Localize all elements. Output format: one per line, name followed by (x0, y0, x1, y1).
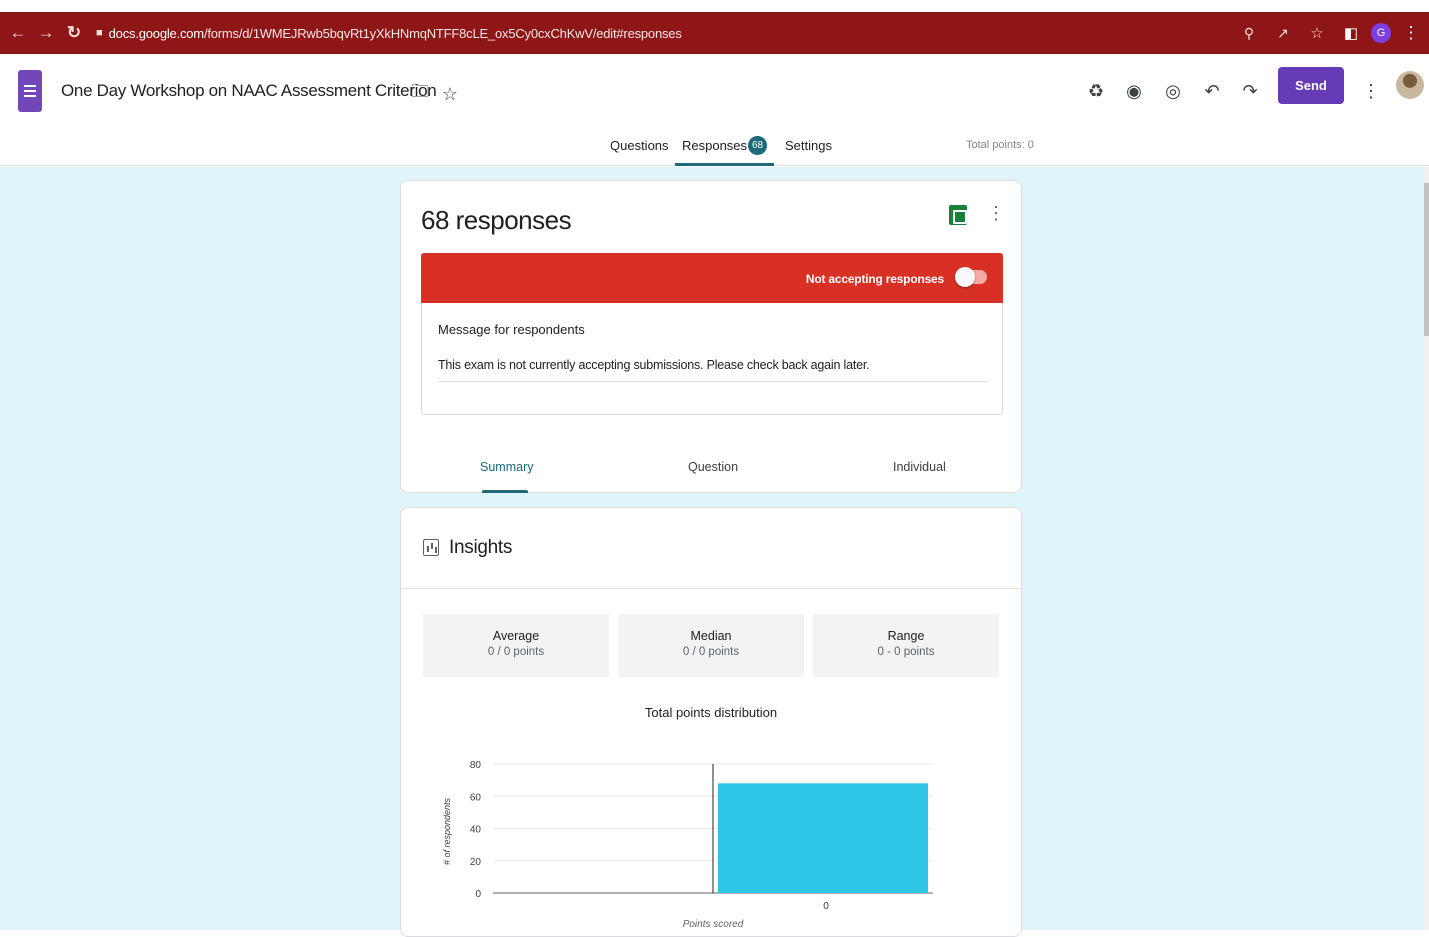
palette-icon[interactable]: ◉ (1121, 78, 1147, 104)
reload-icon[interactable]: ↻ (60, 19, 88, 47)
points-distribution-chart: 0 20 40 60 80 0 Points scored # of respondents (442, 760, 933, 930)
addons-puzzle-icon[interactable]: ♻ (1083, 78, 1109, 104)
tab-questions[interactable]: Questions (610, 138, 669, 153)
stat-label: Range (887, 629, 925, 643)
browser-menu-icon[interactable]: ⋮ (1397, 19, 1425, 47)
lock-icon: ■ (96, 27, 103, 39)
subtab-question[interactable]: Question (688, 460, 738, 474)
address-bar[interactable]: ■ docs.google.com/forms/d/1WMEJRwb5bqvRt… (96, 26, 682, 41)
message-field-underline (438, 381, 988, 382)
stat-value: 0 - 0 points (877, 646, 935, 658)
accepting-responses-banner: Not accepting responses (421, 253, 1003, 303)
y-tick-label: 80 (470, 760, 482, 771)
zoom-icon[interactable]: ⚲ (1235, 19, 1263, 47)
sidepanel-icon[interactable]: ◧ (1337, 19, 1365, 47)
forward-icon[interactable]: → (32, 19, 60, 47)
subtab-summary[interactable]: Summary (480, 460, 533, 474)
forms-header: One Day Workshop on NAAC Assessment Crit… (0, 54, 1429, 166)
insights-title: Insights (449, 537, 513, 558)
url-text: docs.google.com/forms/d/1WMEJRwb5bqvRt1y… (108, 25, 682, 41)
message-heading: Message for respondents (438, 322, 585, 337)
y-tick-label: 40 (470, 825, 482, 836)
y-tick-label: 60 (470, 792, 482, 803)
y-tick-label: 20 (470, 857, 482, 868)
y-tick-label: 0 (475, 889, 481, 900)
stat-value: 0 / 0 points (487, 646, 545, 658)
responses-card: 68 responses ⋮ Not accepting responses M… (400, 180, 1022, 493)
stat-median: Median 0 / 0 points (618, 614, 804, 677)
stat-label: Average (492, 629, 540, 643)
redo-icon[interactable]: ↷ (1237, 78, 1263, 104)
document-title[interactable]: One Day Workshop on NAAC Assessment Crit… (61, 81, 437, 101)
insights-divider (401, 588, 1021, 589)
link-to-sheets-icon[interactable] (949, 205, 967, 225)
subtab-active-indicator (482, 490, 528, 493)
profile-avatar[interactable]: G (1371, 23, 1391, 43)
stat-range: Range 0 - 0 points (813, 614, 999, 677)
star-icon[interactable]: ☆ (437, 81, 463, 107)
insights-card: Insights Average 0 / 0 points Median 0 /… (400, 507, 1022, 937)
responses-heading: 68 responses (421, 205, 572, 235)
total-points-label: Total points: 0 (966, 139, 1034, 151)
back-icon[interactable]: ← (4, 19, 32, 47)
message-text-field[interactable]: This exam is not currently accepting sub… (438, 358, 870, 372)
more-options-icon[interactable]: ⋮ (1358, 78, 1384, 104)
bookmark-star-icon[interactable]: ☆ (1303, 19, 1331, 47)
y-axis-label: # of respondents (442, 797, 452, 865)
share-icon[interactable]: ↗ (1269, 19, 1297, 47)
send-button[interactable]: Send (1278, 67, 1344, 104)
move-to-folder-icon[interactable]: 🗀 (407, 81, 433, 107)
tab-responses[interactable]: Responses (682, 138, 747, 153)
google-forms-logo-icon[interactable] (18, 70, 42, 112)
stat-average: Average 0 / 0 points (423, 614, 609, 677)
stat-label: Median (690, 629, 732, 643)
subtab-individual[interactable]: Individual (893, 460, 946, 474)
insights-chart-icon (423, 539, 439, 556)
preview-eye-icon[interactable]: ◎ (1160, 78, 1186, 104)
x-axis-label: Points scored (683, 919, 744, 930)
active-tab-indicator (675, 163, 774, 166)
message-for-respondents-box: Message for respondents This exam is not… (421, 303, 1003, 415)
tab-settings[interactable]: Settings (785, 138, 832, 153)
accepting-responses-toggle[interactable] (955, 267, 987, 287)
x-tick-label: 0 (823, 901, 829, 912)
stat-value: 0 / 0 points (682, 646, 740, 658)
responses-count-badge: 68 (748, 136, 767, 155)
accepting-responses-label: Not accepting responses (805, 272, 944, 286)
chart-title: Total points distribution (644, 705, 778, 720)
account-avatar[interactable] (1396, 71, 1424, 99)
undo-icon[interactable]: ↶ (1199, 78, 1225, 104)
scrollbar-thumb[interactable] (1424, 183, 1429, 336)
bar (718, 783, 928, 893)
responses-more-icon[interactable]: ⋮ (987, 203, 1005, 227)
browser-toolbar: ← → ↻ ■ docs.google.com/forms/d/1WMEJRwb… (0, 12, 1429, 54)
